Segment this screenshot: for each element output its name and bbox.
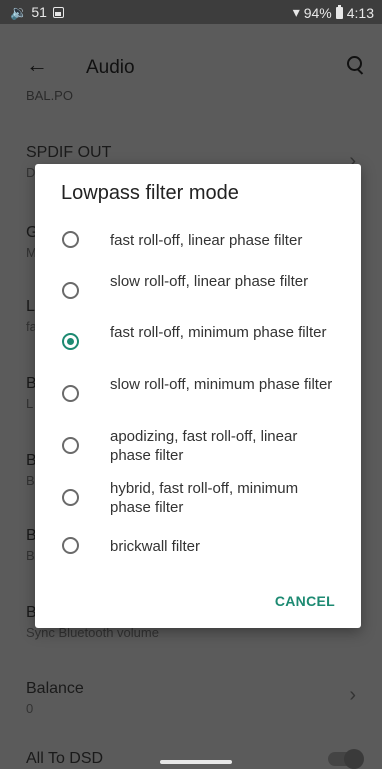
settings-item-title: SPDIF OUT — [26, 144, 112, 161]
lowpass-filter-dialog: Lowpass filter mode fast roll-off, linea… — [35, 164, 361, 628]
cancel-button[interactable]: CANCEL — [275, 593, 335, 609]
filter-option-apodizing[interactable]: apodizing, fast roll-off, linear phase f… — [35, 427, 361, 471]
radio-button[interactable] — [62, 537, 79, 554]
dialog-title: Lowpass filter mode — [61, 182, 239, 204]
option-label: slow roll-off, minimum phase filter — [110, 376, 333, 393]
filter-option-brickwall[interactable]: brickwall filter — [35, 534, 361, 564]
battery-icon — [335, 4, 343, 19]
radio-button[interactable] — [62, 489, 79, 506]
filter-option-fast-minimum[interactable]: fast roll-off, minimum phase filter — [35, 323, 361, 367]
option-label: hybrid, fast roll-off, minimum phase fil… — [110, 480, 299, 516]
all-to-dsd-toggle[interactable] — [328, 749, 364, 769]
filter-option-slow-minimum[interactable]: slow roll-off, minimum phase filter — [35, 375, 361, 419]
settings-item-title: All To DSD — [26, 750, 104, 767]
radio-button[interactable] — [62, 385, 79, 402]
radio-button[interactable] — [62, 282, 79, 299]
radio-button-selected[interactable] — [62, 333, 79, 350]
settings-item[interactable]: BAL.PO — [26, 88, 73, 103]
filter-option-slow-linear[interactable]: slow roll-off, linear phase filter — [35, 272, 361, 316]
settings-item-all-to-dsd[interactable]: All To DSD — [26, 750, 103, 768]
radio-button[interactable] — [62, 231, 79, 248]
wifi-icon: ▾ — [292, 4, 300, 20]
search-icon[interactable] — [347, 56, 362, 71]
home-indicator[interactable] — [160, 760, 232, 764]
settings-item-title: BAL.PO — [26, 88, 73, 103]
radio-button[interactable] — [62, 437, 79, 454]
chevron-right-icon: › — [349, 684, 356, 706]
option-label: slow roll-off, linear phase filter — [110, 273, 309, 290]
option-label: brickwall filter — [110, 538, 201, 555]
option-label: fast roll-off, linear phase filter — [110, 232, 303, 249]
status-bar: 🔉 51 ▾ 94% 4:13 — [0, 0, 382, 24]
settings-item-subtitle: 0 — [26, 701, 34, 716]
settings-item-balance[interactable]: Balance 0 — [26, 680, 84, 716]
option-label: fast roll-off, minimum phase filter — [110, 324, 327, 341]
image-notification-icon — [52, 7, 64, 18]
clock: 4:13 — [346, 4, 374, 21]
battery-percent: 94% — [303, 4, 332, 21]
back-arrow-icon[interactable]: ← — [26, 54, 48, 76]
filter-option-fast-linear[interactable]: fast roll-off, linear phase filter — [35, 226, 361, 256]
volume-indicator: 🔉 51 — [10, 4, 47, 20]
filter-option-hybrid[interactable]: hybrid, fast roll-off, minimum phase fil… — [35, 479, 361, 523]
settings-item-title: Balance — [26, 680, 84, 697]
option-label: apodizing, fast roll-off, linear phase f… — [110, 428, 298, 464]
page-title: Audio — [86, 57, 135, 78]
